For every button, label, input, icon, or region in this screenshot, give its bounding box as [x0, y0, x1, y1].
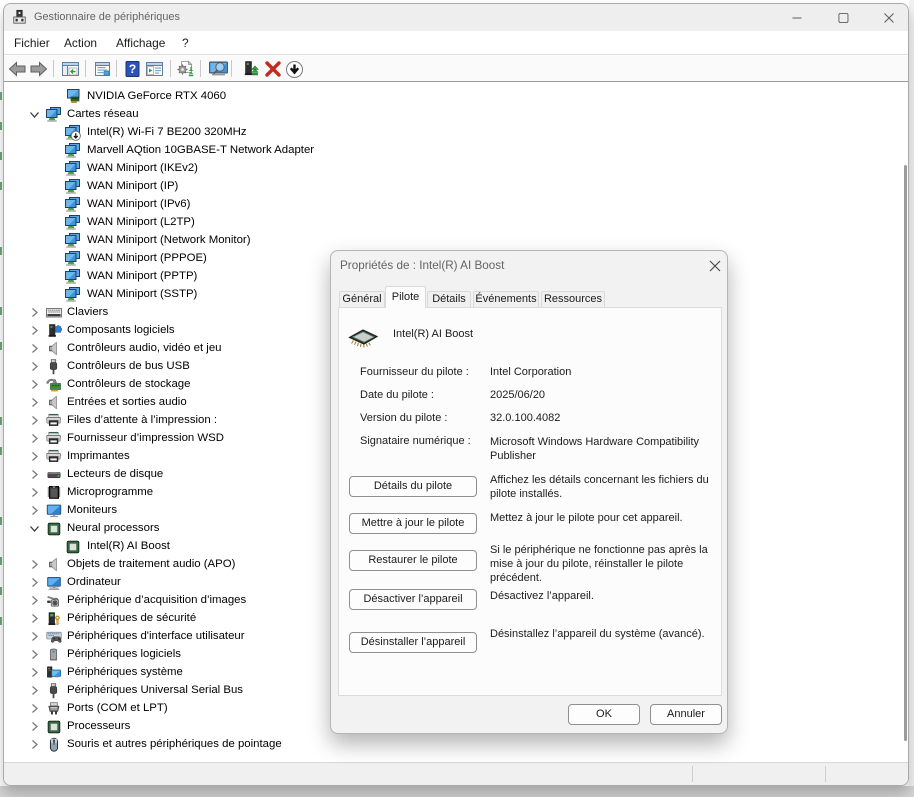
- svg-text:?: ?: [129, 62, 136, 76]
